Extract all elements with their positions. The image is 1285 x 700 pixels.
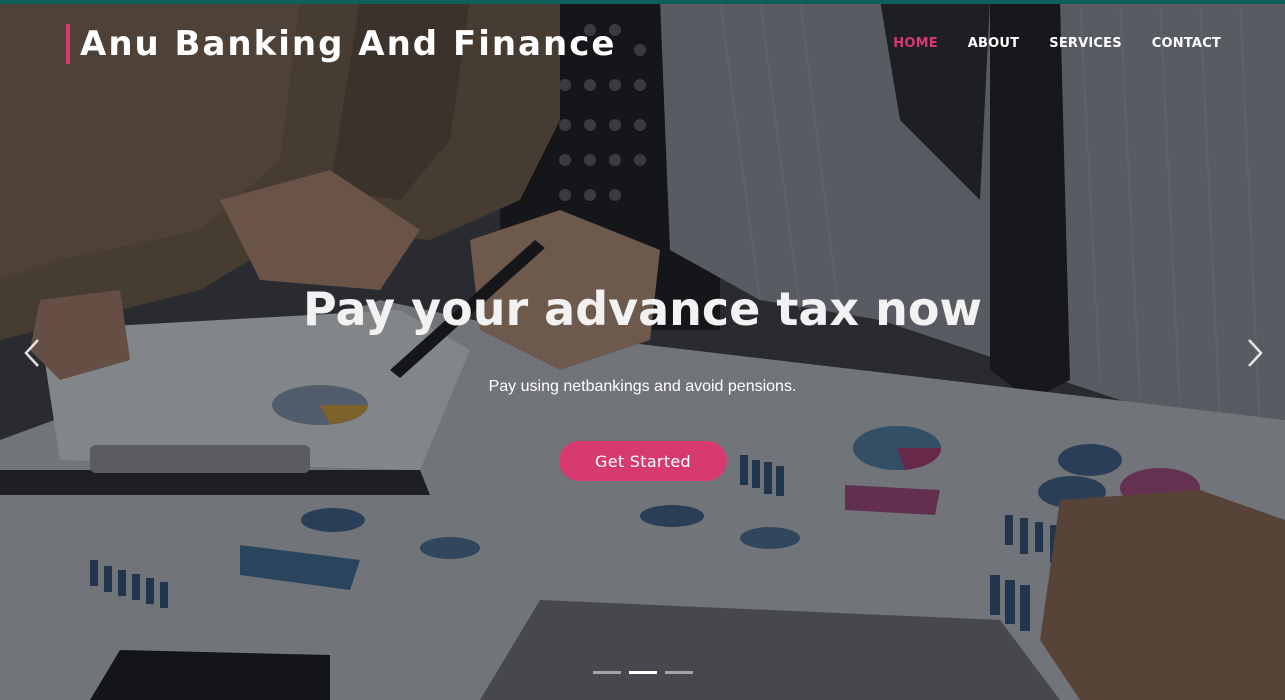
nav-item-services[interactable]: SERVICES	[1049, 36, 1122, 51]
carousel-indicator[interactable]	[665, 671, 693, 674]
carousel-next-button[interactable]	[1239, 336, 1269, 370]
nav-item-contact[interactable]: CONTACT	[1152, 36, 1221, 51]
chevron-right-icon	[1248, 339, 1263, 367]
brand-accent-bar	[66, 24, 70, 64]
top-accent-bar	[0, 0, 1285, 4]
chevron-left-icon	[24, 339, 39, 367]
brand-logo[interactable]: Anu Banking And Finance	[66, 24, 616, 64]
nav-item-home[interactable]: HOME	[893, 36, 938, 51]
nav-item-about[interactable]: ABOUT	[968, 36, 1019, 51]
carousel-indicator-active[interactable]	[629, 671, 657, 674]
carousel-indicators	[593, 671, 693, 674]
hero-background-image	[0, 0, 1285, 700]
main-nav: HOME ABOUT SERVICES CONTACT	[893, 36, 1221, 51]
hero-subtitle: Pay using netbankings and avoid pensions…	[488, 378, 797, 395]
carousel-indicator[interactable]	[593, 671, 621, 674]
hero-title: Pay your advance tax now	[303, 282, 982, 336]
hero-dark-overlay	[0, 0, 1285, 700]
brand-name: Anu Banking And Finance	[80, 24, 617, 64]
carousel-prev-button[interactable]	[18, 336, 48, 370]
get-started-button[interactable]: Get Started	[559, 441, 727, 481]
